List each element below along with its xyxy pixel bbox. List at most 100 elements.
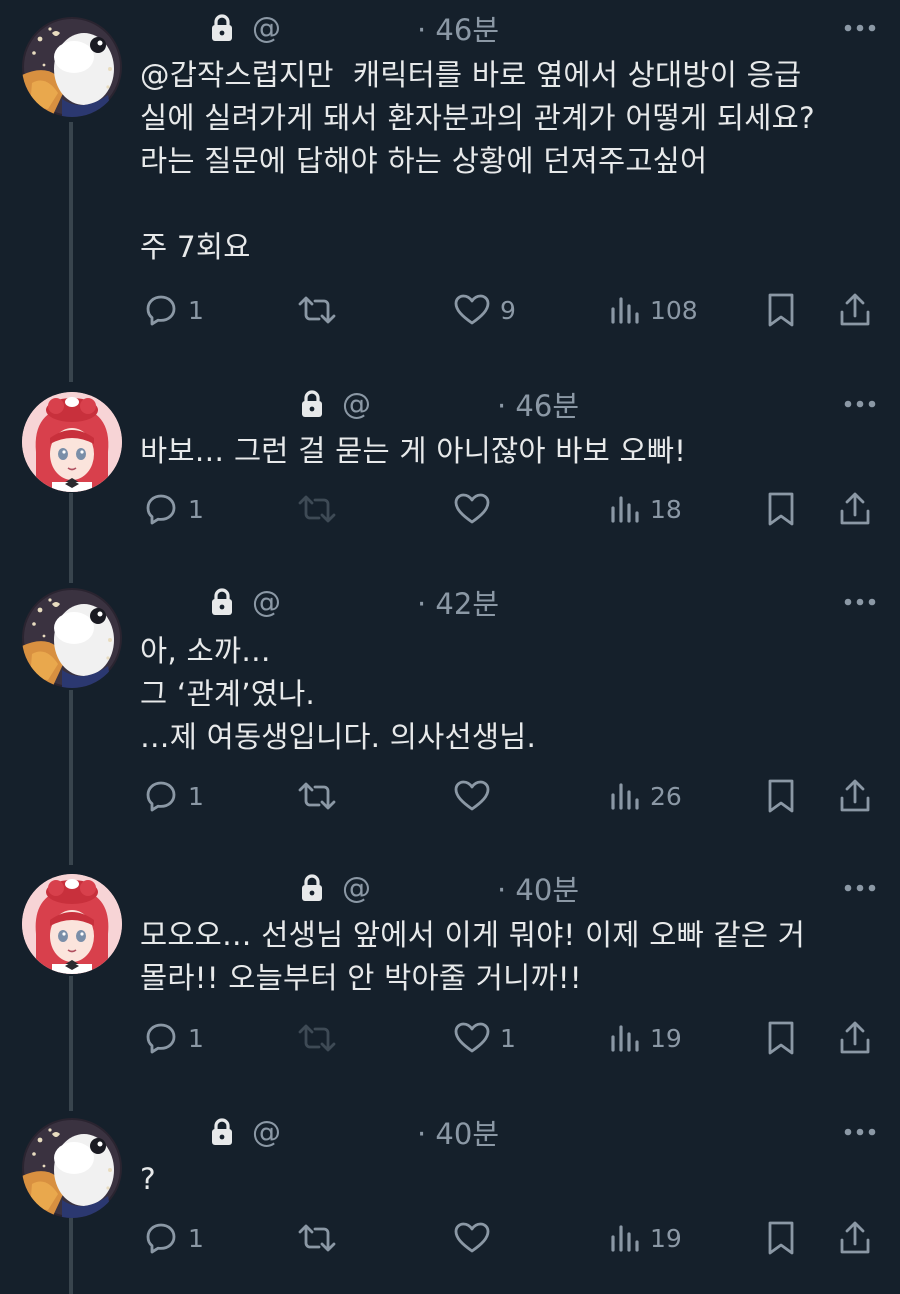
- like-icon: [454, 293, 490, 327]
- retweet-button[interactable]: [298, 288, 346, 332]
- avatar[interactable]: [22, 874, 122, 974]
- share-icon: [838, 491, 872, 527]
- retweet-button[interactable]: [298, 1216, 346, 1260]
- reply-count: 1: [188, 1223, 204, 1253]
- retweet-button[interactable]: [298, 487, 346, 531]
- views-icon: [610, 295, 640, 325]
- avatar[interactable]: [22, 588, 122, 688]
- reply-button[interactable]: 1: [144, 288, 204, 332]
- share-icon: [838, 1220, 872, 1256]
- like-count: 9: [500, 295, 516, 325]
- handle[interactable]: @: [252, 11, 281, 45]
- avatar[interactable]: [22, 1118, 122, 1218]
- like-icon: [454, 1221, 490, 1255]
- like-button[interactable]: [454, 774, 500, 818]
- views-button[interactable]: 19: [610, 1016, 682, 1060]
- reply-icon: [144, 1021, 178, 1055]
- share-icon: [838, 292, 872, 328]
- tweet[interactable]: @ · 46분 @갑작스럽지만 캐릭터를 바로 옆에서 상대방이 응급 실에 실…: [0, 0, 900, 372]
- tweet-text: 바보… 그런 걸 묻는 게 아니잖아 바보 오빠!: [140, 434, 687, 468]
- share-button[interactable]: [838, 774, 872, 818]
- handle[interactable]: @: [342, 871, 371, 905]
- like-button[interactable]: 9: [454, 288, 516, 332]
- tweet-text: 아, 소까… 그 ‘관계’였나. …제 여동생입니다. 의사선생님.: [140, 634, 537, 754]
- timestamp[interactable]: · 40분: [497, 867, 579, 909]
- handle[interactable]: @: [252, 585, 281, 619]
- retweet-icon: [298, 779, 336, 813]
- more-icon[interactable]: [842, 10, 878, 46]
- tweet[interactable]: @ · 40분 모오오… 선생님 앞에서 이게 뭐야! 이제 오빠 같은 거 몰…: [0, 864, 900, 1074]
- tweet-text: @갑작스럽지만 캐릭터를 바로 옆에서 상대방이 응급 실에 실려가게 돼서 환…: [140, 58, 815, 264]
- tweet-header: @ · 40분: [210, 1112, 501, 1152]
- views-button[interactable]: 26: [610, 774, 682, 818]
- action-bar: 1 1 19: [140, 1016, 880, 1060]
- bookmark-icon: [766, 1220, 796, 1256]
- tweet[interactable]: @ · 42분 아, 소까… 그 ‘관계’였나. …제 여동생입니다. 의사선생…: [0, 578, 900, 828]
- more-icon[interactable]: [842, 1114, 878, 1150]
- retweet-icon: [298, 1021, 336, 1055]
- timestamp[interactable]: · 40분: [417, 1111, 499, 1153]
- reply-count: 1: [188, 494, 204, 524]
- bookmark-icon: [766, 491, 796, 527]
- bookmark-button[interactable]: [766, 487, 796, 531]
- views-count: 26: [650, 781, 682, 811]
- retweet-icon: [298, 1221, 336, 1255]
- avatar[interactable]: [22, 17, 122, 117]
- views-count: 19: [650, 1223, 682, 1253]
- share-button[interactable]: [838, 1016, 872, 1060]
- timestamp[interactable]: · 46분: [417, 7, 499, 49]
- retweet-button[interactable]: [298, 774, 346, 818]
- retweet-button[interactable]: [298, 1016, 346, 1060]
- like-button[interactable]: 1: [454, 1016, 516, 1060]
- reply-icon: [144, 1221, 178, 1255]
- share-icon: [838, 778, 872, 814]
- share-button[interactable]: [838, 1216, 872, 1260]
- more-icon[interactable]: [842, 870, 878, 906]
- bookmark-button[interactable]: [766, 1016, 796, 1060]
- more-icon[interactable]: [842, 386, 878, 422]
- reply-button[interactable]: 1: [144, 487, 204, 531]
- bookmark-button[interactable]: [766, 288, 796, 332]
- reply-count: 1: [188, 1023, 204, 1053]
- like-icon: [454, 1021, 490, 1055]
- like-button[interactable]: [454, 487, 500, 531]
- bookmark-icon: [766, 292, 796, 328]
- like-button[interactable]: [454, 1216, 500, 1260]
- views-button[interactable]: 18: [610, 487, 682, 531]
- like-count: 1: [500, 1023, 516, 1053]
- like-icon: [454, 492, 490, 526]
- bookmark-icon: [766, 778, 796, 814]
- action-bar: 1 9 108: [140, 288, 880, 332]
- lock-icon: [300, 390, 324, 418]
- reply-icon: [144, 492, 178, 526]
- avatar[interactable]: [22, 392, 122, 492]
- retweet-icon: [298, 492, 336, 526]
- views-count: 18: [650, 494, 682, 524]
- reply-count: 1: [188, 295, 204, 325]
- timestamp[interactable]: · 46분: [497, 383, 579, 425]
- bookmark-button[interactable]: [766, 1216, 796, 1260]
- handle[interactable]: @: [342, 387, 371, 421]
- views-button[interactable]: 108: [610, 288, 698, 332]
- share-button[interactable]: [838, 487, 872, 531]
- action-bar: 1 19: [140, 1216, 880, 1260]
- reply-button[interactable]: 1: [144, 1216, 204, 1260]
- views-icon: [610, 1223, 640, 1253]
- timestamp[interactable]: · 42분: [417, 581, 499, 623]
- bookmark-button[interactable]: [766, 774, 796, 818]
- reply-button[interactable]: 1: [144, 774, 204, 818]
- lock-icon: [210, 14, 234, 42]
- action-bar: 1 18: [140, 487, 880, 531]
- tweet-header: @ · 46분: [300, 384, 581, 424]
- views-button[interactable]: 19: [610, 1216, 682, 1260]
- bookmark-icon: [766, 1020, 796, 1056]
- tweet[interactable]: @ · 40분 ? 1 19: [0, 1108, 900, 1294]
- share-icon: [838, 1020, 872, 1056]
- more-icon[interactable]: [842, 584, 878, 620]
- reply-button[interactable]: 1: [144, 1016, 204, 1060]
- tweet[interactable]: @ · 46분 바보… 그런 걸 묻는 게 아니잖아 바보 오빠! 1 18: [0, 380, 900, 560]
- retweet-icon: [298, 293, 336, 327]
- views-icon: [610, 781, 640, 811]
- share-button[interactable]: [838, 288, 872, 332]
- handle[interactable]: @: [252, 1115, 281, 1149]
